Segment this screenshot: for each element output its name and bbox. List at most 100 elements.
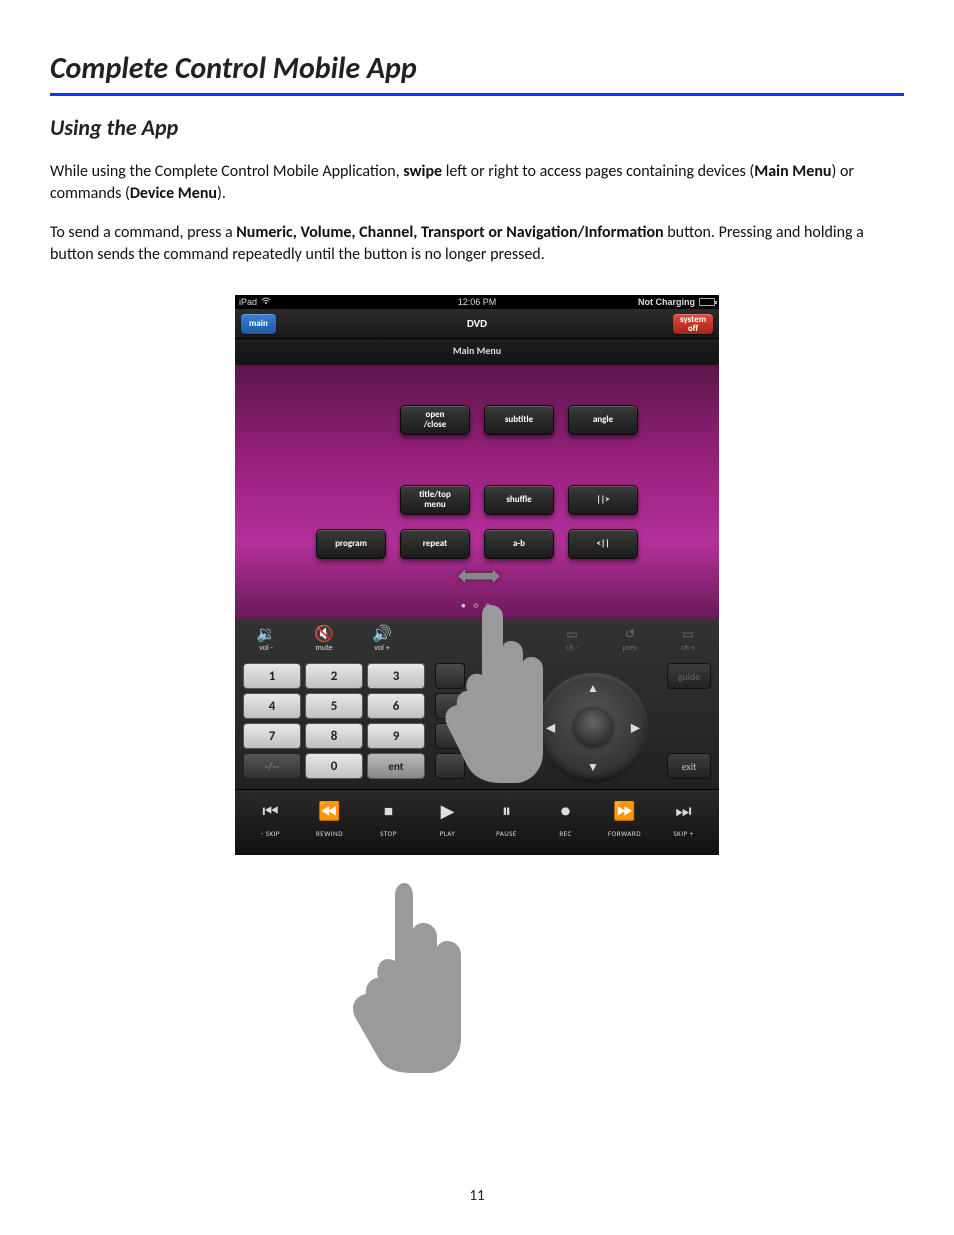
info-button[interactable]: info bbox=[485, 753, 529, 779]
key-0[interactable]: 0 bbox=[305, 753, 363, 779]
transport-rewind[interactable]: ⏪ REWIND bbox=[305, 800, 355, 841]
p1-device: Device Menu bbox=[130, 184, 217, 203]
volume-up-icon: 🔊 bbox=[359, 627, 405, 643]
rewind-label: REWIND bbox=[316, 829, 343, 838]
cmd-open-close[interactable]: open/close bbox=[400, 405, 470, 435]
jump-3[interactable] bbox=[435, 723, 465, 749]
ch-up-icon: ▭ bbox=[665, 627, 711, 643]
prev-button[interactable]: ↺prev bbox=[607, 627, 653, 653]
cmd-title-top-menu[interactable]: title/topmenu bbox=[400, 485, 470, 515]
cmd-a-b[interactable]: a-b bbox=[484, 529, 554, 559]
dpad-select[interactable] bbox=[574, 709, 612, 747]
ch-down-button[interactable]: ▭ch - bbox=[549, 627, 595, 653]
cmd-program[interactable]: program bbox=[316, 529, 386, 559]
record-icon: ⏺ bbox=[541, 800, 591, 822]
prev-icon: ↺ bbox=[607, 627, 653, 643]
p1-main: Main Menu bbox=[754, 162, 831, 181]
p1-a: While using the Complete Control Mobile … bbox=[50, 162, 403, 181]
skip-back-icon: ⏮ bbox=[246, 800, 296, 822]
cmd-shuffle[interactable]: shuffle bbox=[484, 485, 554, 515]
skip-fwd-icon: ⏭ bbox=[659, 800, 709, 822]
key-6[interactable]: 6 bbox=[367, 693, 425, 719]
prev-label: prev bbox=[623, 643, 637, 653]
key-9[interactable]: 9 bbox=[367, 723, 425, 749]
nav-cluster: guide ▲ ▼ ◀ ▶ info exit bbox=[475, 663, 711, 779]
transport-skip-fwd[interactable]: ⏭ SKIP + bbox=[659, 800, 709, 841]
jump-4[interactable] bbox=[435, 753, 465, 779]
ch-up-label: ch + bbox=[681, 643, 694, 653]
p1-b: left or right to access pages containing… bbox=[442, 162, 754, 181]
skip-back-label: - SKIP bbox=[261, 829, 280, 838]
paragraph-2: To send a command, press a Numeric, Volu… bbox=[50, 222, 904, 265]
transport-play[interactable]: ▶PLAY bbox=[423, 800, 473, 841]
cmd-angle[interactable]: angle bbox=[568, 405, 638, 435]
key-4[interactable]: 4 bbox=[243, 693, 301, 719]
ch-down-icon: ▭ bbox=[549, 627, 595, 643]
statusbar-time: 12:06 PM bbox=[235, 297, 719, 307]
key-1[interactable]: 1 bbox=[243, 663, 301, 689]
rec-label: REC bbox=[559, 829, 571, 838]
dpad-up[interactable]: ▲ bbox=[587, 681, 599, 696]
mute-button[interactable]: 🔇mute bbox=[301, 627, 347, 653]
numeric-keypad: 1 2 3 4 5 6 7 8 9 -/-- 0 ent bbox=[243, 663, 425, 779]
transport-stop[interactable]: ⏹STOP bbox=[364, 800, 414, 841]
key-dash[interactable]: -/-- bbox=[243, 753, 301, 779]
skip-fwd-label: SKIP + bbox=[673, 829, 693, 838]
cmd-step-fwd[interactable]: ||> bbox=[568, 485, 638, 515]
transport-bar: ⏮- SKIP ⏪REWIND ⏹STOP ▶PLAY ⏸PAUSE ⏺REC … bbox=[235, 789, 719, 855]
mute-label: mute bbox=[315, 643, 332, 653]
exit-button[interactable]: exit bbox=[667, 753, 711, 779]
doc-subtitle: Using the App bbox=[50, 114, 904, 141]
rewind-icon: ⏪ bbox=[305, 800, 355, 822]
dpad-right[interactable]: ▶ bbox=[631, 721, 640, 736]
subheader-main-menu: Main Menu bbox=[235, 339, 719, 365]
paragraph-1: While using the Complete Control Mobile … bbox=[50, 161, 904, 204]
key-3[interactable]: 3 bbox=[367, 663, 425, 689]
vol-down-button[interactable]: 🔉vol - bbox=[243, 627, 289, 653]
transport-pause[interactable]: ⏸ PAUSE bbox=[482, 800, 532, 841]
cmd-subtitle[interactable]: subtitle bbox=[484, 405, 554, 435]
transport-rec[interactable]: ⏺ REC bbox=[541, 800, 591, 841]
lower-controls: 🔉vol - 🔇mute 🔊vol + ▭ch - ↺prev ▭ch + 1 … bbox=[235, 619, 719, 855]
swipe-arrows-icon: ⬅➡ bbox=[458, 558, 497, 593]
title-center: DVD bbox=[235, 317, 719, 330]
jump-1[interactable] bbox=[435, 663, 465, 689]
ch-down-label: ch - bbox=[566, 643, 578, 653]
stop-icon: ⏹ bbox=[364, 800, 414, 822]
pause-label: PAUSE bbox=[496, 829, 517, 838]
dpad: ▲ ▼ ◀ ▶ bbox=[538, 673, 648, 783]
transport-forward[interactable]: ⏩ FORWARD bbox=[600, 800, 650, 841]
key-8[interactable]: 8 bbox=[305, 723, 363, 749]
mute-icon: 🔇 bbox=[301, 627, 347, 643]
app-screenshot: iPad 12:06 PM Not Charging main DVD syst… bbox=[235, 295, 719, 855]
forward-label: FORWARD bbox=[608, 829, 641, 838]
page-dots: ● ○ ○ bbox=[461, 601, 493, 611]
p1-d: ). bbox=[217, 184, 226, 203]
pause-icon: ⏸ bbox=[482, 800, 532, 822]
dpad-down[interactable]: ▼ bbox=[587, 760, 599, 775]
vol-up-button[interactable]: 🔊vol + bbox=[359, 627, 405, 653]
cmd-repeat[interactable]: repeat bbox=[400, 529, 470, 559]
transport-skip-back[interactable]: ⏮ - SKIP bbox=[246, 800, 296, 841]
device-command-panel[interactable]: open/close subtitle angle title/topmenu … bbox=[235, 365, 719, 619]
app-titlebar: main DVD systemoff bbox=[235, 309, 719, 339]
ch-up-button[interactable]: ▭ch + bbox=[665, 627, 711, 653]
jump-2[interactable] bbox=[435, 693, 465, 719]
guide-button[interactable]: guide bbox=[667, 663, 711, 689]
forward-icon: ⏩ bbox=[600, 800, 650, 822]
key-5[interactable]: 5 bbox=[305, 693, 363, 719]
p1-swipe: swipe bbox=[403, 162, 442, 181]
vol-down-label: vol - bbox=[259, 643, 273, 653]
play-label: PLAY bbox=[440, 829, 456, 838]
vol-up-label: vol + bbox=[374, 643, 389, 653]
key-ent[interactable]: ent bbox=[367, 753, 425, 779]
key-2[interactable]: 2 bbox=[305, 663, 363, 689]
p2-bold: Numeric, Volume, Channel, Transport or N… bbox=[236, 223, 663, 242]
jump-buttons bbox=[435, 663, 465, 779]
cmd-step-back[interactable]: <|| bbox=[568, 529, 638, 559]
p2-a: To send a command, press a bbox=[50, 223, 236, 242]
dpad-left[interactable]: ◀ bbox=[546, 721, 555, 736]
doc-title: Complete Control Mobile App bbox=[50, 50, 904, 96]
key-7[interactable]: 7 bbox=[243, 723, 301, 749]
ipad-statusbar: iPad 12:06 PM Not Charging bbox=[235, 295, 719, 309]
